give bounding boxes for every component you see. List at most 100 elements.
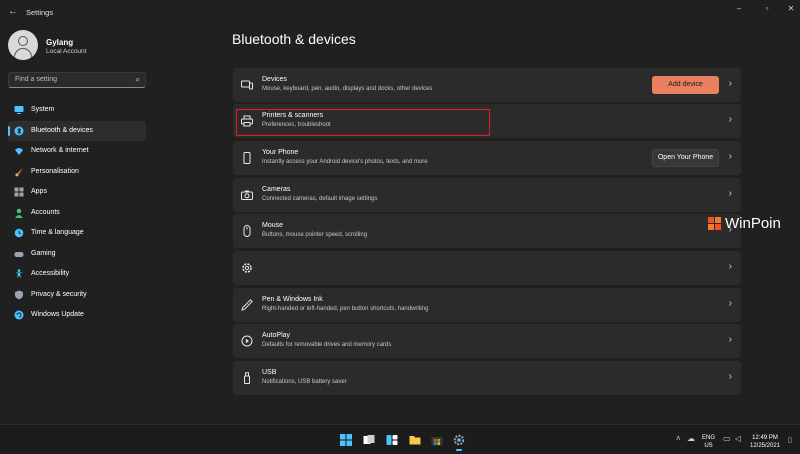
pen-icon [241,299,253,311]
minimize-icon[interactable]: – [732,4,746,13]
sidebar-item-label: Personalisation [31,167,79,175]
maximize-icon[interactable]: ▫ [760,4,774,13]
update-icon [14,310,24,320]
sidebar-item-network[interactable]: Network & internet [8,141,146,162]
clock-time: 12:49 PM [752,435,778,441]
mouse-icon [241,225,253,237]
page-title: Bluetooth & devices [232,31,356,47]
card-devices[interactable]: Devices Mouse, keyboard, pen, audio, dis… [233,68,741,102]
clock[interactable]: 12:49 PM 12/25/2021 [750,434,780,450]
settings-icon[interactable] [453,434,465,451]
network-icon[interactable]: ▭ [723,434,731,443]
usb-icon [241,372,253,384]
devices-icon [241,79,253,91]
file-explorer-icon[interactable] [409,434,421,446]
brush-icon [14,167,24,177]
add-device-button[interactable]: Add device [652,76,719,94]
card-subtitle: Connected cameras, default image setting… [262,196,378,202]
store-icon[interactable] [431,434,443,446]
chevron-right-icon: › [728,188,732,199]
sidebar-item-apps[interactable]: Apps [8,182,146,203]
chevron-up-icon[interactable]: ˄ [676,434,681,443]
language-indicator[interactable]: ENG US [702,434,715,450]
windows-start-icon[interactable] [340,434,352,446]
gamepad-icon [14,249,24,259]
chevron-right-icon: › [728,334,732,345]
card-autoplay[interactable]: AutoPlay Defaults for removable drives a… [233,324,741,358]
sidebar-item-label: Accessibility [31,270,70,277]
card-usb[interactable]: USB Notifications, USB battery saver › [233,361,741,395]
wifi-icon [14,146,24,156]
phone-icon [241,152,253,164]
sidebar-item-accessibility[interactable]: Accessibility [8,264,146,285]
camera-icon [241,189,253,201]
card-subtitle: Mouse, keyboard, pen, audio, displays an… [262,86,433,92]
system-icon [14,105,24,115]
close-icon[interactable]: ✕ [784,4,798,13]
card-pen-windows-ink[interactable]: Pen & Windows Ink Right-handed or left-h… [233,288,741,322]
watermark-text: WinPoin [725,215,781,232]
card-title: AutoPlay [262,332,291,339]
sidebar-item-personalisation[interactable]: Personalisation [8,162,146,183]
sidebar-item-label: Network & internet [31,147,89,154]
open-your-phone-button[interactable]: Open Your Phone [652,149,719,167]
sidebar-item-bluetooth[interactable]: Bluetooth & devices [8,120,146,141]
search-input[interactable]: Find a setting ⌕ [8,72,146,88]
gear-icon [241,262,253,274]
card-subtitle: Notifications, USB battery saver [262,379,347,385]
sidebar-item-windows-update[interactable]: Windows Update [8,305,146,326]
sidebar-item-label: Time & language [31,229,84,236]
card-mouse[interactable]: Mouse Buttons, mouse pointer speed, scro… [233,214,741,248]
globe-clock-icon [14,228,24,238]
sidebar-item-gaming[interactable]: Gaming [8,244,146,265]
chevron-right-icon: › [728,114,732,125]
chevron-right-icon: › [728,261,732,272]
card-your-phone[interactable]: Your Phone Instantly access your Android… [233,141,741,175]
sidebar-item-label: System [31,106,55,113]
clock-date: 12/25/2021 [750,443,781,449]
card-title: USB [262,369,277,376]
user-name: Gylang [46,38,74,47]
title-bar: ← Settings – ▫ ✕ [0,0,800,24]
card-title: Pen & Windows Ink [262,296,323,303]
chevron-right-icon: › [728,371,732,382]
task-view-icon[interactable] [363,434,375,446]
sidebar-item-label: Apps [31,188,47,195]
back-arrow-icon[interactable]: ← [8,6,18,17]
search-placeholder: Find a setting [15,76,58,83]
card-title: Mouse [262,222,284,229]
chevron-right-icon: › [728,78,732,89]
widgets-icon[interactable] [386,434,398,446]
notification-icon[interactable]: ▯ [788,436,792,444]
chevron-right-icon: › [728,298,732,309]
sidebar-item-label: Privacy & security [31,290,87,298]
cloud-icon[interactable]: ☁ [687,434,695,443]
card-settings[interactable]: › [233,251,741,285]
apps-icon [14,187,24,197]
card-subtitle: Right-handed or left-handed, pen button … [262,306,429,312]
card-title: Your Phone [262,149,299,156]
card-subtitle: Instantly access your Android device's p… [262,159,428,165]
autoplay-icon [241,335,253,347]
card-subtitle: Buttons, mouse pointer speed, scrolling [262,232,368,238]
card-cameras[interactable]: Cameras Connected cameras, default image… [233,178,741,212]
avatar[interactable] [8,30,38,60]
sidebar-item-label: Windows Update [31,311,84,318]
sidebar-nav: System Bluetooth & devices Network & int… [8,100,146,326]
language-code: ENG [702,435,716,441]
person-icon [14,208,24,218]
search-icon[interactable]: ⌕ [136,75,140,85]
sidebar-item-system[interactable]: System [8,100,146,121]
sidebar-item-time-language[interactable]: Time & language [8,223,146,244]
taskbar: ˄ ☁ ENG US ▭ ◁ 12:49 PM 12/25/2021 ▯ [0,424,800,454]
chevron-right-icon: › [728,151,732,162]
card-title: Devices [262,76,287,83]
sidebar-item-privacy[interactable]: Privacy & security [8,285,146,306]
card-title: Cameras [262,186,291,193]
sidebar-item-accounts[interactable]: Accounts [8,203,146,224]
volume-icon[interactable]: ◁ [735,434,741,443]
bluetooth-icon [14,126,24,136]
accessibility-icon [14,269,24,279]
card-subtitle: Defaults for removable drives and memory… [262,342,392,348]
winpoin-logo-icon [708,217,722,231]
